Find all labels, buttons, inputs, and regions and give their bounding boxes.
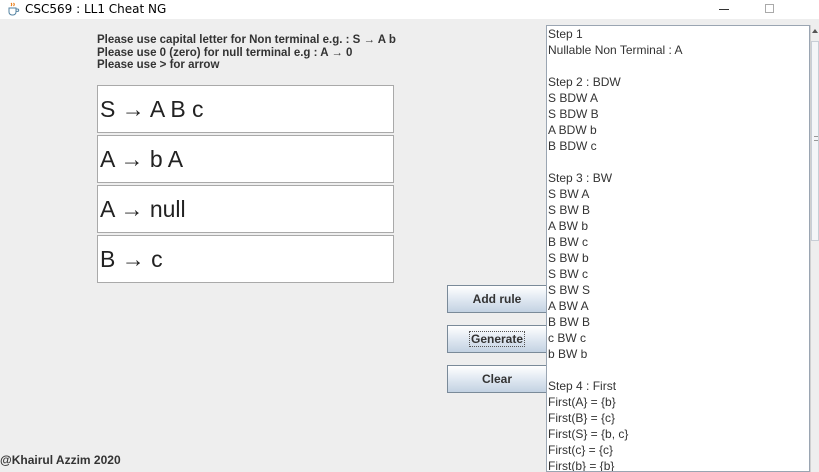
output-line: S BW B xyxy=(548,203,591,217)
output-line: S BDW A xyxy=(548,91,599,105)
instruction-line: Please use 0 (zero) for null terminal e.… xyxy=(97,46,353,59)
output-line: Step 4 : First xyxy=(548,379,617,393)
output-line: First(A} = {b} xyxy=(548,395,616,409)
grip-icon xyxy=(814,136,818,141)
output-line: First(b} = {b} xyxy=(548,459,615,472)
rule-input[interactable]: A → b A xyxy=(97,135,394,183)
clear-label: Clear xyxy=(481,372,513,386)
scroll-up-arrow-icon[interactable] xyxy=(812,29,818,33)
output-line: B BW B xyxy=(548,315,591,329)
output-scrollbar[interactable] xyxy=(810,25,819,472)
output-line: First(S} = {b, c} xyxy=(548,427,629,441)
generate-button[interactable]: Generate xyxy=(447,325,547,353)
output-line: B BDW c xyxy=(548,139,597,153)
minimize-button[interactable] xyxy=(700,0,746,19)
output-line: Nullable Non Terminal : A xyxy=(548,43,683,57)
output-line: Step 3 : BW xyxy=(548,171,613,185)
output-line: A BDW b xyxy=(548,123,597,137)
add-rule-button[interactable]: Add rule xyxy=(447,285,547,313)
output-line: A BW A xyxy=(548,299,589,313)
generate-label: Generate xyxy=(468,331,526,347)
output-line: Step 1 xyxy=(548,27,583,41)
instruction-line: Please use > for arrow xyxy=(97,59,220,71)
instructions: Please use capital letter for Non termin… xyxy=(97,34,396,72)
output-line: A BW b xyxy=(548,219,589,233)
scroll-thumb[interactable] xyxy=(811,41,819,241)
rule-input[interactable]: B → c xyxy=(97,235,394,283)
output-line: S BDW B xyxy=(548,107,599,121)
rule-input[interactable]: S → A B c xyxy=(97,85,394,133)
title-bar: CSC569 : LL1 Cheat NG xyxy=(0,0,819,19)
output-text-area[interactable]: Step 1 Nullable Non Terminal : A Step 2 … xyxy=(546,25,810,472)
output-line: First(c} = {c} xyxy=(548,443,614,457)
instruction-line: Please use capital letter for Non termin… xyxy=(97,34,396,46)
java-cup-icon xyxy=(8,2,20,16)
output-line: b BW b xyxy=(548,347,588,361)
output-line: B BW c xyxy=(548,235,589,249)
window-title: CSC569 : LL1 Cheat NG xyxy=(25,2,167,16)
output-line: S BW S xyxy=(548,283,591,297)
output-line: First(B} = {c} xyxy=(548,411,616,425)
output-line: S BW A xyxy=(548,187,590,201)
output-line: Step 2 : BDW xyxy=(548,75,621,89)
output-line: S BW c xyxy=(548,267,589,281)
maximize-button[interactable] xyxy=(746,0,792,19)
clear-button[interactable]: Clear xyxy=(447,365,547,393)
rule-input[interactable]: A → null xyxy=(97,185,394,233)
output-line: S BW b xyxy=(548,251,589,265)
output-line: c BW c xyxy=(548,331,586,345)
footer-credit: @Khairul Azzim 2020 xyxy=(0,453,121,467)
add-rule-label: Add rule xyxy=(472,292,522,306)
